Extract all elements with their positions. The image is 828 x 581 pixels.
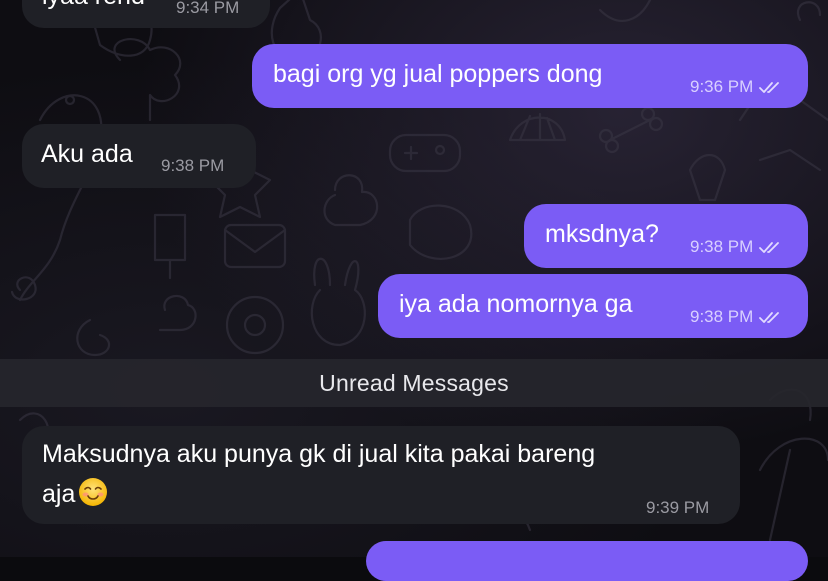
message-bubble-incoming[interactable]: Maksudnya aku punya gk di jual kita paka… [22,426,740,524]
message-text: Aku ada [41,140,133,168]
message-bubble-outgoing[interactable]: iya ada nomornya ga 9:38 PM [378,274,808,338]
double-check-icon [759,240,783,254]
message-bubble-outgoing[interactable]: mksdnya? 9:38 PM [524,204,808,268]
message-text-line-2: aja [42,476,109,511]
message-timestamp: 9:39 PM [646,498,710,517]
message-bubble-outgoing-partial[interactable] [366,541,808,581]
message-timestamp: 9:34 PM [176,0,240,17]
message-text: bagi org yg jual poppers dong [273,60,603,88]
message-text-line-1: Maksudnya aku punya gk di jual kita paka… [42,440,596,468]
message-text: mksdnya? [545,220,659,248]
message-meta: 9:36 PM [690,77,783,97]
unread-messages-divider: Unread Messages [0,359,828,407]
double-check-icon [759,80,783,94]
message-bubble-incoming[interactable]: Aku ada 9:38 PM [22,124,256,188]
message-timestamp: 9:38 PM [690,237,754,256]
message-meta: 9:38 PM [690,307,783,327]
message-meta: 9:38 PM [690,237,783,257]
message-text: iya ada nomornya ga [399,290,633,318]
message-timestamp: 9:38 PM [161,156,225,175]
smiling-face-icon [79,478,108,506]
message-timestamp: 9:36 PM [690,77,754,96]
unread-messages-label: Unread Messages [319,369,509,396]
message-bubble-outgoing[interactable]: bagi org yg jual poppers dong 9:36 PM [252,44,808,108]
double-check-icon [759,310,783,324]
message-text: iyaa rend [42,0,145,13]
message-bubble-incoming[interactable]: iyaa rend 9:34 PM [22,0,270,28]
message-timestamp: 9:38 PM [690,307,754,326]
